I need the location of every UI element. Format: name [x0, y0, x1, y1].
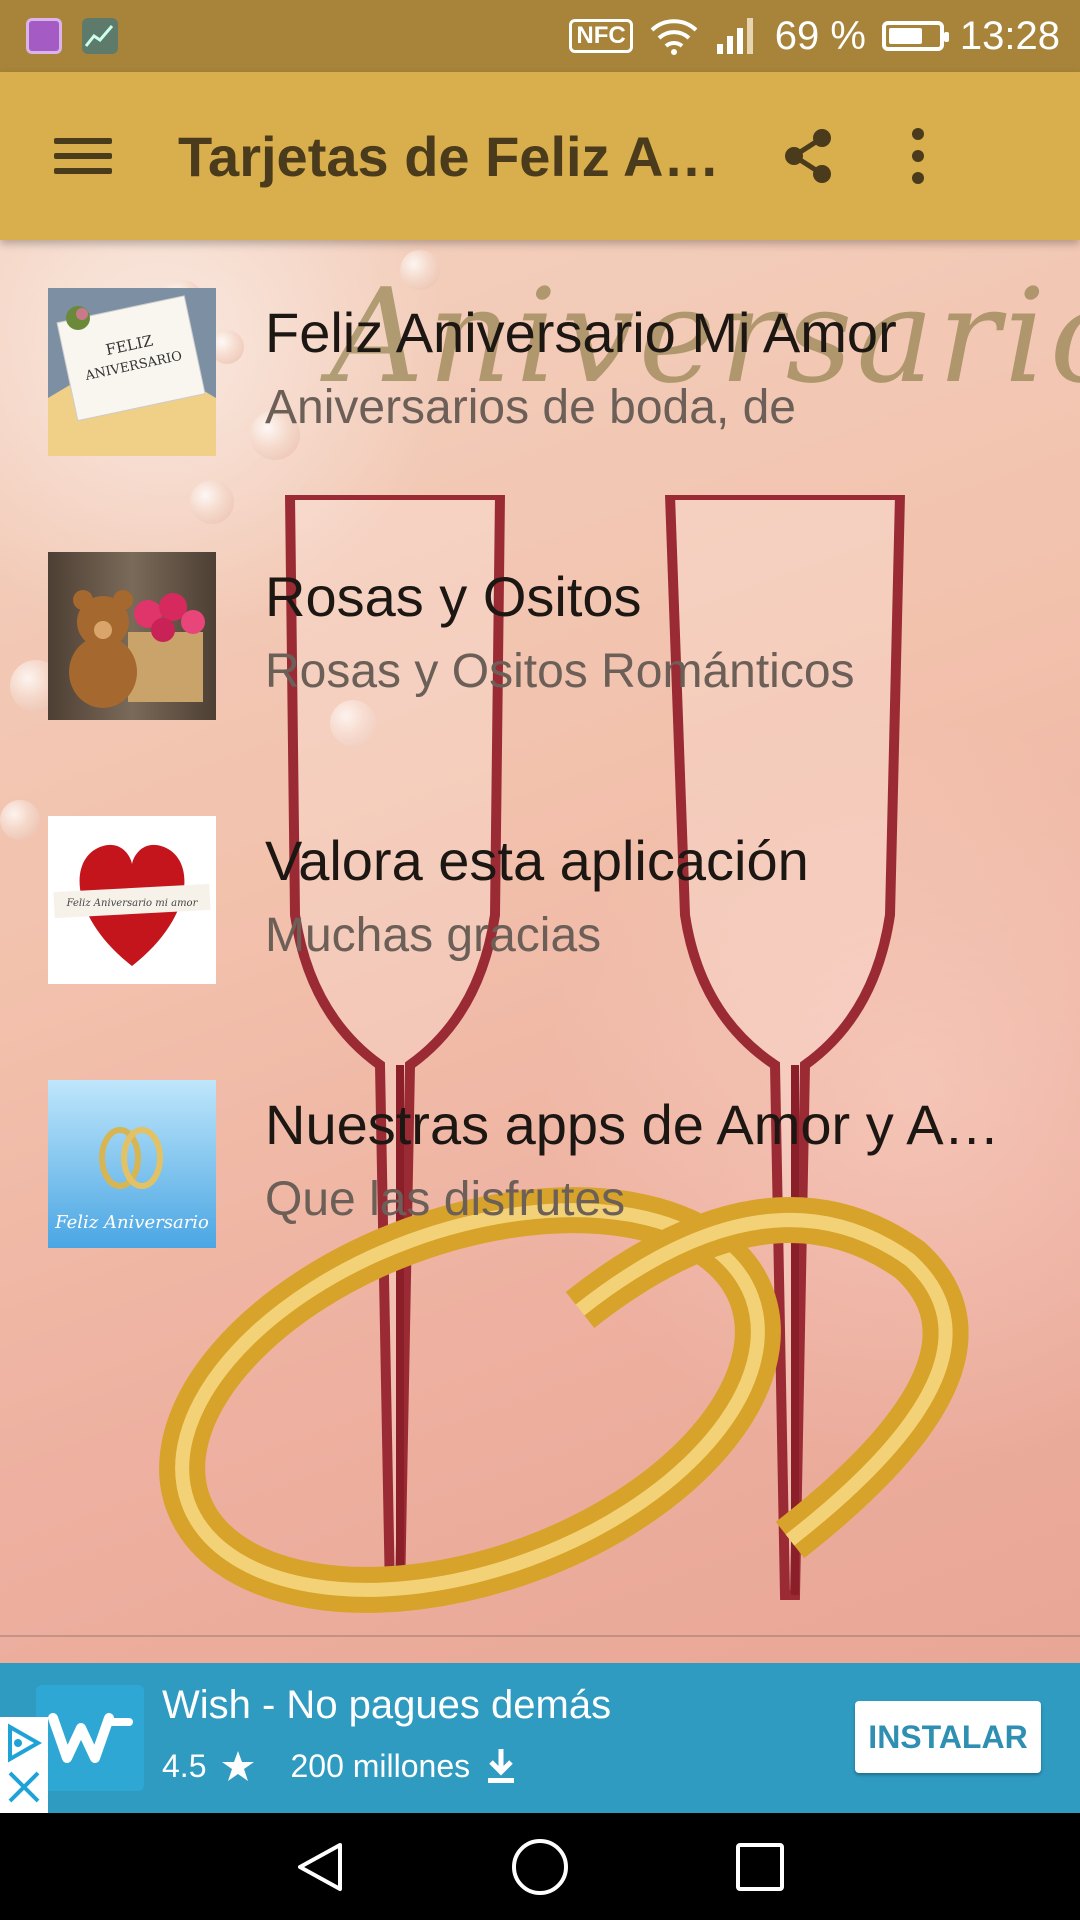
ad-title: Wish - No pagues demás [162, 1683, 612, 1727]
list-item-nuestras-apps[interactable]: Feliz Aniversario Nuestras apps de Amor … [0, 1032, 1080, 1296]
status-bar: NFC 69 % 13:28 [0, 0, 1080, 72]
item-subtitle: Que las disfrutes [265, 1173, 626, 1226]
rings-thumbnail: Feliz Aniversario [48, 1080, 216, 1248]
install-button[interactable]: INSTALAR [855, 1701, 1041, 1773]
share-icon[interactable] [768, 116, 848, 196]
list-item-feliz-aniversario[interactable]: FELIZ ANIVERSARIO Feliz Aniversario Mi A… [0, 240, 1080, 504]
ad-banner[interactable]: Wish - No pagues demás 4.5 200 millones … [0, 1663, 1080, 1813]
item-subtitle: Aniversarios de boda, de [265, 381, 796, 434]
download-icon [488, 1749, 515, 1783]
menu-list: FELIZ ANIVERSARIO Feliz Aniversario Mi A… [0, 240, 1080, 1296]
main-content: Aniversario FELIZ ANIVERSARIO Feliz Aniv… [0, 240, 1080, 1663]
star-icon [222, 1751, 255, 1781]
close-icon[interactable] [6, 1769, 42, 1805]
recents-icon[interactable] [725, 1832, 795, 1902]
rings-thumb-text: Feliz Aniversario [54, 1212, 209, 1233]
app-toolbar: Tarjetas de Feliz Aniversario [0, 72, 1080, 240]
ad-rating: 4.5 [162, 1747, 207, 1784]
teddy-bear-roses-thumbnail [48, 552, 216, 720]
item-title: Rosas y Ositos [265, 565, 642, 628]
item-title: Nuestras apps de Amor y Amistad [265, 1093, 1025, 1156]
battery-icon [881, 21, 949, 51]
wish-logo [36, 1685, 144, 1791]
clock: 13:28 [959, 13, 1060, 58]
list-item-valora-app[interactable]: Feliz Aniversario mi amor Valora esta ap… [0, 768, 1080, 1032]
back-icon[interactable] [285, 1832, 355, 1902]
heart-banner-text: Feliz Aniversario mi amor [66, 898, 199, 909]
menu-icon[interactable] [43, 116, 123, 196]
item-title: Feliz Aniversario Mi Amor [265, 301, 897, 364]
page-title: Tarjetas de Feliz Aniversario [178, 124, 748, 188]
item-subtitle: Muchas gracias [265, 909, 602, 962]
chart-notification-icon [82, 18, 118, 54]
item-title: Valora esta aplicación [265, 829, 809, 892]
signal-icon [716, 18, 753, 54]
list-item-rosas-ositos[interactable]: Rosas y Ositos Rosas y Ositos Románticos [0, 504, 1080, 768]
battery-percent: 69 % [774, 13, 866, 58]
nfc-icon: NFC [569, 19, 633, 53]
home-icon[interactable] [505, 1832, 575, 1902]
card-envelope-thumbnail: FELIZ ANIVERSARIO [48, 288, 216, 456]
item-subtitle: Rosas y Ositos Románticos [265, 645, 855, 698]
wifi-icon [650, 19, 698, 55]
ad-installs: 200 millones [290, 1747, 471, 1784]
divider [0, 1635, 1080, 1637]
more-vert-icon[interactable] [878, 116, 958, 196]
ad-meta: 4.5 200 millones [162, 1747, 518, 1785]
system-nav-bar [0, 1813, 1080, 1920]
gallery-notification-icon [26, 18, 62, 54]
adchoices-icon[interactable] [6, 1723, 42, 1763]
heart-thumbnail: Feliz Aniversario mi amor [48, 816, 216, 984]
ad-corner [0, 1717, 48, 1813]
